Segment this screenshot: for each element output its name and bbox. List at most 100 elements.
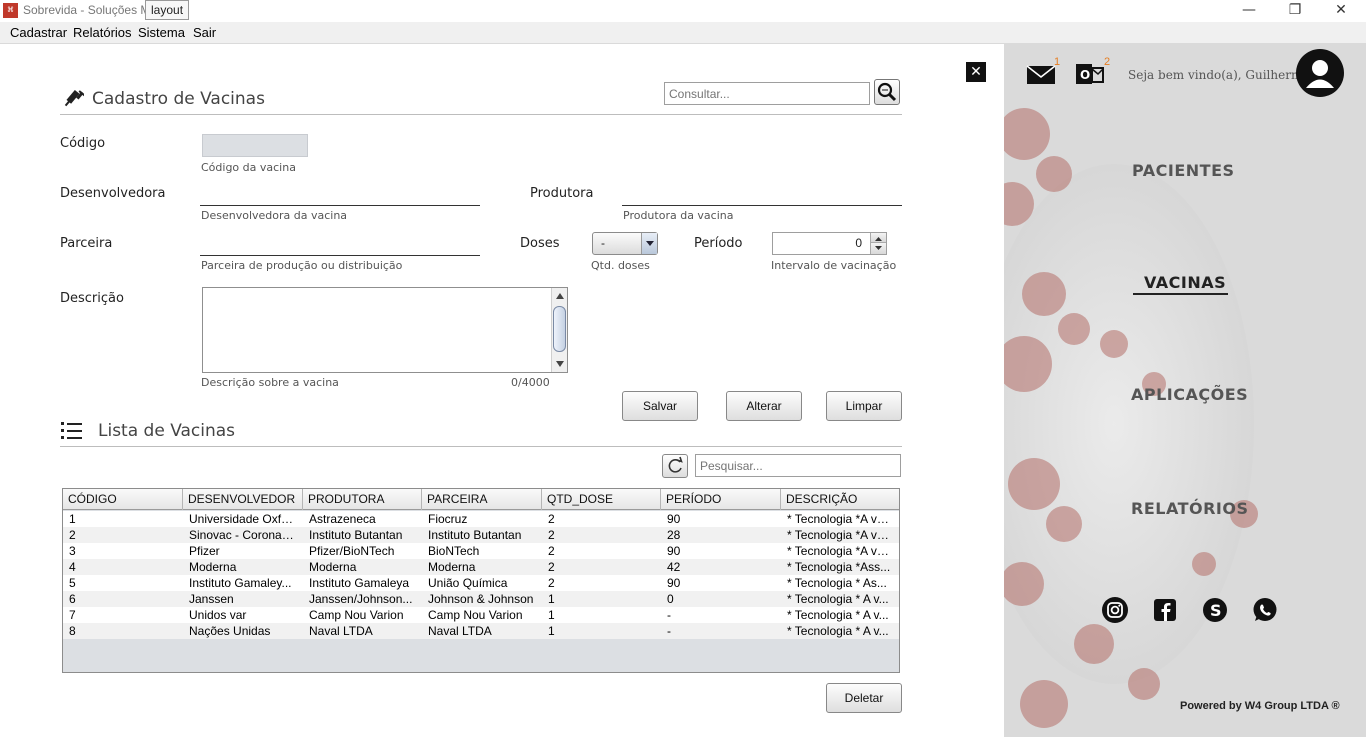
- table-cell: 1: [548, 592, 555, 606]
- pesquisar-input[interactable]: [695, 454, 901, 477]
- instagram-icon[interactable]: [1102, 597, 1128, 623]
- table-cell: Naval LTDA: [309, 624, 373, 638]
- table-cell: * Tecnologia * A v...: [787, 592, 889, 606]
- table-row[interactable]: 4 Moderna Moderna Moderna 2 42 * Tecnologia *A…: [63, 559, 899, 575]
- welcome-text: Seja bem vindo(a), Guilherme!: [1128, 68, 1315, 82]
- descricao-scrollbar[interactable]: [551, 288, 567, 372]
- refresh-button[interactable]: [662, 454, 688, 478]
- nav-pacientes[interactable]: PACIENTES: [1132, 161, 1235, 180]
- table-cell: Instituto Butantan: [428, 528, 522, 542]
- table-row[interactable]: 3 Pfizer Pfizer/BioNTech BioNTech 2 90 * Tecno…: [63, 543, 899, 559]
- column-header[interactable]: DESENVOLVEDOR: [183, 489, 303, 510]
- close-panel-button[interactable]: ✕: [966, 62, 986, 82]
- mail-icon[interactable]: [1026, 64, 1056, 86]
- table-cell: 4: [69, 560, 76, 574]
- outlook-icon[interactable]: O: [1076, 61, 1104, 87]
- table-cell: Janssen/Johnson...: [309, 592, 413, 606]
- table-header: CÓDIGO DESENVOLVEDOR PRODUTORA PARCEIRA …: [63, 489, 899, 510]
- desenvolvedora-hint: Desenvolvedora da vacina: [201, 209, 348, 222]
- table-row[interactable]: 2 Sinovac - CoronaV... Instituto Butantan I…: [63, 527, 899, 543]
- spinner-down-icon[interactable]: [870, 243, 886, 254]
- table-cell: 7: [69, 608, 76, 622]
- table-cell: União Química: [428, 576, 508, 590]
- table-row[interactable]: 6 Janssen Janssen/Johnson... Johnson & John…: [63, 591, 899, 607]
- parceira-input[interactable]: [200, 236, 480, 256]
- whatsapp-icon[interactable]: [1252, 597, 1278, 623]
- column-header[interactable]: PERÍODO: [661, 489, 781, 510]
- produtora-hint: Produtora da vacina: [623, 209, 734, 222]
- close-window-button[interactable]: ✕: [1318, 0, 1364, 22]
- table-cell: Moderna: [428, 560, 476, 574]
- scroll-down-icon[interactable]: [552, 356, 568, 372]
- list-icon: [61, 422, 82, 439]
- menu-sair[interactable]: Sair: [193, 25, 216, 40]
- menu-sistema[interactable]: Sistema: [138, 25, 185, 40]
- desenvolvedora-input[interactable]: [200, 186, 480, 206]
- table-cell: -: [667, 624, 671, 638]
- column-header[interactable]: QTD_DOSE: [542, 489, 661, 510]
- table-cell: Instituto Gamaley...: [189, 576, 292, 590]
- list-title: Lista de Vacinas: [98, 421, 236, 441]
- periodo-label: Período: [694, 236, 743, 251]
- table-cell: Pfizer/BioNTech: [309, 544, 395, 558]
- avatar[interactable]: [1296, 49, 1344, 97]
- facebook-icon[interactable]: [1152, 597, 1178, 623]
- outlook-badge: 2: [1104, 56, 1111, 68]
- svg-text:S: S: [1210, 601, 1222, 620]
- nav-vacinas[interactable]: VACINAS: [1144, 273, 1226, 292]
- search-icon: [877, 82, 897, 102]
- menu-relatorios[interactable]: Relatórios: [73, 25, 132, 40]
- column-header[interactable]: DESCRIÇÃO: [781, 489, 899, 510]
- menu-cadastrar[interactable]: Cadastrar: [10, 25, 67, 40]
- descricao-counter: 0/4000: [511, 376, 550, 389]
- table-cell: * Tecnologia *A va...: [787, 512, 894, 526]
- table-cell: Camp Nou Varion: [309, 608, 404, 622]
- produtora-label: Produtora: [530, 186, 594, 201]
- column-header[interactable]: PARCEIRA: [422, 489, 542, 510]
- table-cell: 2: [548, 560, 555, 574]
- column-header[interactable]: PRODUTORA: [303, 489, 422, 510]
- scroll-up-icon[interactable]: [552, 288, 568, 304]
- descricao-textarea[interactable]: [202, 287, 568, 373]
- form-title: Cadastro de Vacinas: [92, 89, 265, 109]
- nav-aplicacoes[interactable]: APLICAÇÕES: [1131, 385, 1248, 404]
- limpar-button[interactable]: Limpar: [826, 391, 902, 421]
- close-icon: ✕: [970, 64, 982, 80]
- nav-relatorios[interactable]: RELATÓRIOS: [1131, 499, 1249, 518]
- alterar-button[interactable]: Alterar: [726, 391, 802, 421]
- table-cell: Sinovac - CoronaV...: [189, 528, 299, 542]
- table-row[interactable]: 5 Instituto Gamaley... Instituto Gamaleya U…: [63, 575, 899, 591]
- salvar-button[interactable]: Salvar: [622, 391, 698, 421]
- doses-select[interactable]: -: [592, 232, 658, 255]
- table-cell: Astrazeneca: [309, 512, 376, 526]
- table-cell: BioNTech: [428, 544, 480, 558]
- produtora-input[interactable]: [622, 186, 902, 206]
- minimize-button[interactable]: —: [1226, 0, 1272, 22]
- spinner-up-icon[interactable]: [870, 233, 886, 243]
- table-cell: 2: [69, 528, 76, 542]
- table-cell: * Tecnologia *A va...: [787, 544, 894, 558]
- consultar-button[interactable]: [874, 79, 900, 105]
- maximize-button[interactable]: ❐: [1272, 0, 1318, 22]
- chevron-down-icon: [641, 233, 657, 254]
- consultar-input[interactable]: [664, 82, 870, 105]
- table-cell: 2: [548, 576, 555, 590]
- table-cell: * Tecnologia * A v...: [787, 608, 889, 622]
- window-title: Sobrevida - Soluções M: [23, 3, 151, 17]
- refresh-icon: [668, 456, 683, 473]
- column-header[interactable]: CÓDIGO: [63, 489, 183, 510]
- deletar-button[interactable]: Deletar: [826, 683, 902, 713]
- skype-icon[interactable]: S: [1202, 597, 1228, 623]
- table-cell: 3: [69, 544, 76, 558]
- table-cell: 1: [548, 624, 555, 638]
- parceira-hint: Parceira de produção ou distribuição: [201, 259, 403, 272]
- periodo-hint: Intervalo de vacinação: [771, 259, 897, 272]
- periodo-spinner[interactable]: 0: [772, 232, 887, 255]
- table-cell: 2: [548, 544, 555, 558]
- scroll-thumb[interactable]: [553, 306, 566, 352]
- table-row[interactable]: 7 Unidos var Camp Nou Varion Camp Nou Vario…: [63, 607, 899, 623]
- table-row[interactable]: 1 Universidade Oxfo... Astrazeneca Fiocruz 2…: [63, 511, 899, 527]
- table-row[interactable]: 8 Nações Unidas Naval LTDA Naval LTDA 1 - * Te…: [63, 623, 899, 639]
- table-cell: * Tecnologia *A va...: [787, 528, 894, 542]
- table-cell: Nações Unidas: [189, 624, 271, 638]
